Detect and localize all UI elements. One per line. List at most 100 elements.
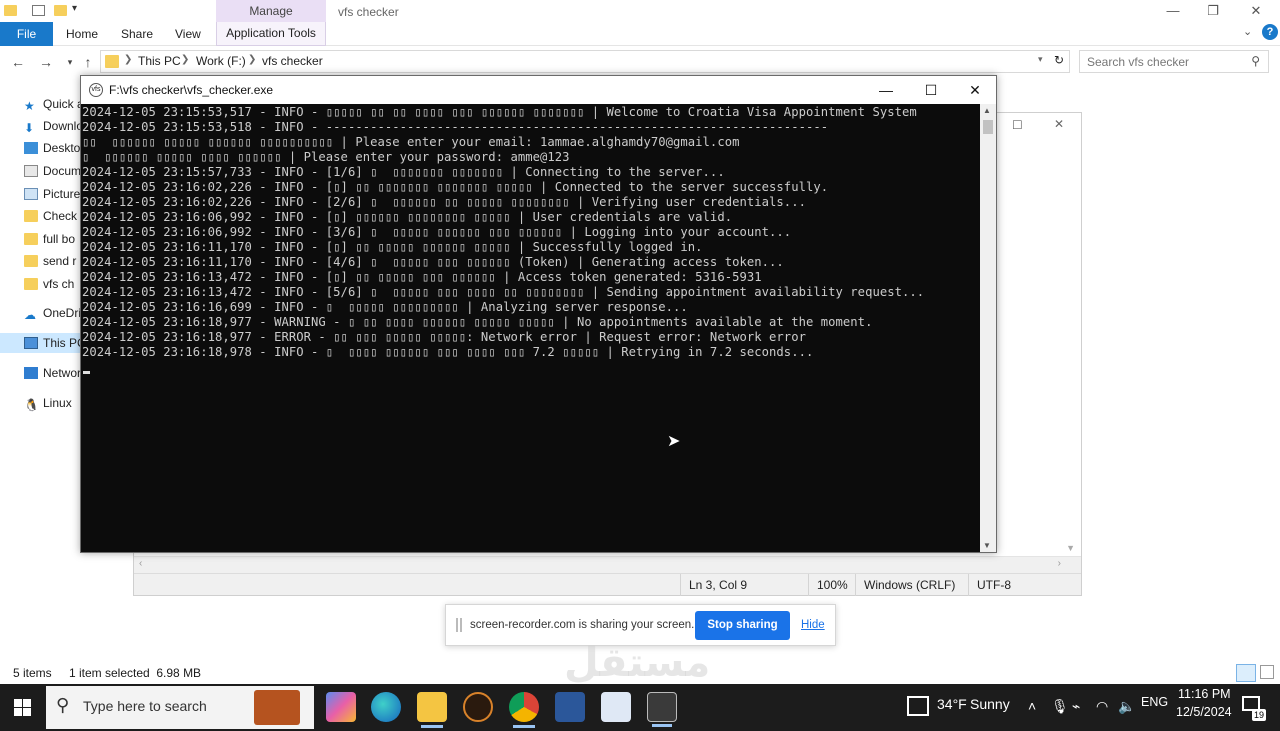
- breadcrumb-vfs-checker[interactable]: vfs checker: [262, 54, 323, 68]
- details-view-icon[interactable]: [1236, 664, 1256, 682]
- nav-label: OneDrive: [43, 306, 84, 320]
- log-line: ▯ ▯▯▯▯▯▯ ▯▯▯▯▯ ▯▯▯▯ ▯▯▯▯▯▯ | Please ente…: [82, 150, 570, 164]
- horizontal-scrollbar[interactable]: ‹ ›: [134, 556, 1081, 573]
- log-line: 2024-12-05 23:16:18,978 - INFO - ▯ ▯▯▯▯ …: [82, 345, 814, 359]
- search-input[interactable]: Type here to search: [83, 698, 207, 714]
- back-icon[interactable]: ←: [8, 52, 28, 72]
- search-highlight-icon[interactable]: [254, 690, 300, 725]
- nav-item-downloads[interactable]: ⬇ Downloads: [24, 116, 84, 136]
- network-wifi-icon[interactable]: ⌁: [1072, 698, 1080, 715]
- stop-sharing-button[interactable]: Stop sharing: [695, 611, 790, 640]
- weather-icon[interactable]: [907, 696, 929, 716]
- microphone-icon[interactable]: 🎙: [1051, 698, 1069, 715]
- nav-item-this-pc[interactable]: This PC: [24, 333, 84, 353]
- recent-locations-icon[interactable]: ▾: [60, 52, 80, 72]
- vertical-scrollbar[interactable]: ▲ ▼: [980, 104, 996, 552]
- scrollbar-thumb[interactable]: [983, 120, 993, 134]
- nav-item-network[interactable]: Network: [24, 363, 84, 383]
- nav-item-onedrive[interactable]: ☁ OneDrive: [24, 303, 84, 323]
- cloud-icon: ☁: [24, 308, 36, 322]
- file-explorer-icon[interactable]: [417, 692, 447, 728]
- encoding: UTF-8: [968, 574, 1081, 596]
- wifi-icon[interactable]: ◠: [1096, 698, 1108, 715]
- nav-item-full-bo[interactable]: full bo: [24, 229, 84, 249]
- windows-start-icon[interactable]: [14, 699, 31, 716]
- properties-icon[interactable]: [32, 5, 45, 16]
- scroll-right-icon[interactable]: ›: [1058, 558, 1061, 569]
- clock-date[interactable]: 12/5/2024: [1176, 705, 1232, 719]
- close-icon[interactable]: ✕: [1054, 117, 1064, 131]
- nav-item-linux[interactable]: 🐧 Linux: [24, 393, 84, 413]
- search-box[interactable]: Search vfs checker ⚲: [1079, 50, 1269, 73]
- volume-icon[interactable]: 🔈: [1118, 698, 1135, 715]
- nav-label: Linux: [43, 396, 72, 410]
- hide-button[interactable]: Hide: [801, 619, 825, 631]
- search-input[interactable]: Search vfs checker: [1087, 55, 1189, 69]
- minimize-icon[interactable]: —: [864, 79, 908, 101]
- breadcrumb-this-pc[interactable]: This PC: [138, 54, 181, 68]
- tab-application-tools[interactable]: Application Tools: [216, 22, 326, 46]
- scroll-down-icon[interactable]: ▼: [983, 541, 991, 550]
- nav-item-desktop[interactable]: Desktop: [24, 138, 84, 158]
- maximize-icon[interactable]: ☐: [909, 79, 953, 101]
- nav-item-check[interactable]: Check: [24, 206, 84, 226]
- chevron-down-icon[interactable]: ▾: [1038, 54, 1043, 65]
- drag-handle-icon[interactable]: [456, 618, 462, 632]
- weather-text[interactable]: Sunny: [970, 696, 1010, 712]
- address-bar[interactable]: ❯ This PC ❯ Work (F:) ❯ vfs checker ▾ ↻: [100, 50, 1070, 73]
- copilot-icon[interactable]: [326, 692, 356, 722]
- nav-item-documents[interactable]: Documents: [24, 161, 84, 181]
- refresh-icon[interactable]: ↻: [1054, 53, 1064, 67]
- nav-item-pictures[interactable]: Pictures: [24, 184, 84, 204]
- language-indicator[interactable]: ENG: [1141, 695, 1168, 709]
- log-line: 2024-12-05 23:16:18,977 - ERROR - ▯▯ ▯▯▯…: [82, 330, 806, 344]
- log-line: 2024-12-05 23:16:06,992 - INFO - [3/6] ▯…: [82, 225, 792, 239]
- folder-icon: [24, 233, 38, 245]
- tab-home[interactable]: Home: [66, 22, 98, 46]
- breadcrumb-work-drive[interactable]: Work (F:): [196, 54, 246, 68]
- scroll-left-icon[interactable]: ‹: [139, 558, 142, 569]
- expand-ribbon-icon[interactable]: ⌄: [1243, 25, 1252, 38]
- explorer-status-bar: 5 items 1 item selected 6.98 MB: [0, 662, 1280, 684]
- maximize-icon[interactable]: ☐: [1012, 118, 1023, 132]
- tab-manage[interactable]: Manage: [216, 0, 326, 22]
- edge-icon[interactable]: [371, 692, 401, 722]
- new-folder-icon[interactable]: [54, 5, 67, 16]
- taskbar-search[interactable]: ⚲ Type here to search: [46, 686, 314, 729]
- console-window[interactable]: vfs F:\vfs checker\vfs_checker.exe — ☐ ✕…: [80, 75, 997, 553]
- clock-time[interactable]: 11:16 PM: [1178, 687, 1231, 701]
- nav-item-vfs-checker[interactable]: vfs ch: [24, 274, 84, 294]
- close-icon[interactable]: ✕: [953, 79, 997, 101]
- customize-quick-access-icon[interactable]: ▾: [72, 3, 77, 14]
- scroll-up-icon[interactable]: ▲: [983, 106, 991, 115]
- tab-share[interactable]: Share: [121, 22, 153, 46]
- tab-view[interactable]: View: [175, 22, 201, 46]
- weather-temp[interactable]: 34°F: [937, 696, 967, 712]
- brave-icon[interactable]: [463, 692, 493, 722]
- chrome-icon[interactable]: [509, 692, 539, 728]
- help-icon[interactable]: ?: [1262, 24, 1278, 40]
- chevron-right-icon[interactable]: ❯: [181, 54, 189, 65]
- minimize-icon[interactable]: —: [1153, 0, 1193, 22]
- taskbar: ⚲ Type here to search 34°F Sunny ˄ 🎙 ⌁ ◠…: [0, 684, 1280, 731]
- vfs-checker-icon[interactable]: [647, 692, 677, 727]
- scroll-down-icon[interactable]: ▼: [1066, 543, 1075, 553]
- chevron-up-icon[interactable]: ˄: [1028, 698, 1036, 714]
- up-icon[interactable]: ↑: [78, 52, 98, 72]
- maximize-icon[interactable]: ❐: [1193, 0, 1233, 22]
- console-output[interactable]: 2024-12-05 23:15:53,517 - INFO - ▯▯▯▯▯ ▯…: [81, 104, 980, 552]
- vscode-icon[interactable]: [555, 692, 585, 722]
- forward-icon[interactable]: →: [36, 52, 56, 72]
- search-icon: ⚲: [56, 695, 70, 715]
- nav-item-send[interactable]: send r: [24, 251, 84, 271]
- close-icon[interactable]: ✕: [1236, 0, 1276, 22]
- chevron-right-icon[interactable]: ❯: [248, 54, 256, 65]
- star-icon: ★: [24, 99, 35, 113]
- nav-item-quick-access[interactable]: ★ Quick access: [24, 94, 84, 114]
- chevron-right-icon[interactable]: ❯: [124, 54, 132, 65]
- download-icon: ⬇: [24, 121, 35, 135]
- notepad-icon[interactable]: [601, 692, 631, 722]
- large-icons-view-icon[interactable]: [1260, 665, 1274, 679]
- tab-file[interactable]: File: [0, 22, 53, 46]
- folder-icon: [105, 55, 119, 68]
